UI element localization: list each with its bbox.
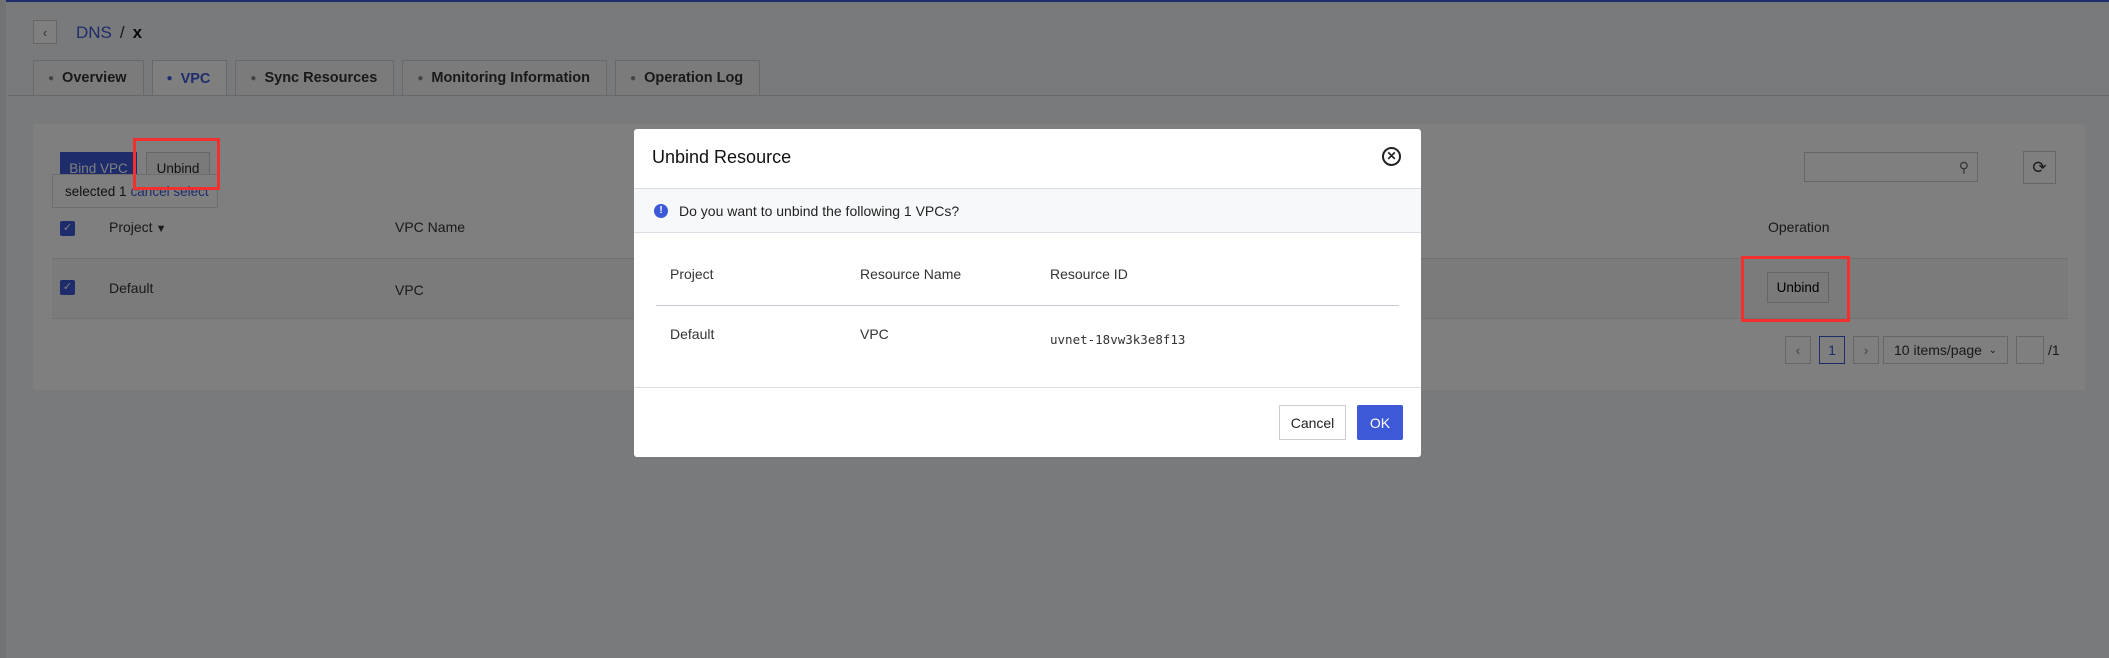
dialog-footer-divider (634, 387, 1421, 388)
dialog-cell-resource-name: VPC (860, 326, 889, 342)
alert-message: Do you want to unbind the following 1 VP… (679, 203, 960, 219)
dialog-table-divider (656, 305, 1399, 306)
highlight-box-toolbar-unbind (133, 138, 220, 190)
dialog-header-resource-name: Resource Name (860, 266, 962, 282)
ok-button[interactable]: OK (1357, 405, 1403, 440)
dialog-title: Unbind Resource (652, 147, 792, 167)
close-icon[interactable]: ✕ (1382, 147, 1401, 166)
highlight-box-row-unbind (1741, 256, 1850, 322)
unbind-resource-dialog: Unbind Resource ✕ ! Do you want to unbin… (634, 129, 1421, 457)
dialog-cell-resource-id: uvnet-18vw3k3e8f13 (1050, 332, 1186, 347)
dialog-cell-project: Default (670, 326, 715, 342)
dialog-alert: ! Do you want to unbind the following 1 … (634, 189, 1421, 233)
dialog-header-project: Project (670, 266, 714, 282)
cancel-button[interactable]: Cancel (1279, 405, 1346, 440)
dialog-header-resource-id: Resource ID (1050, 266, 1128, 282)
info-icon: ! (654, 204, 668, 218)
